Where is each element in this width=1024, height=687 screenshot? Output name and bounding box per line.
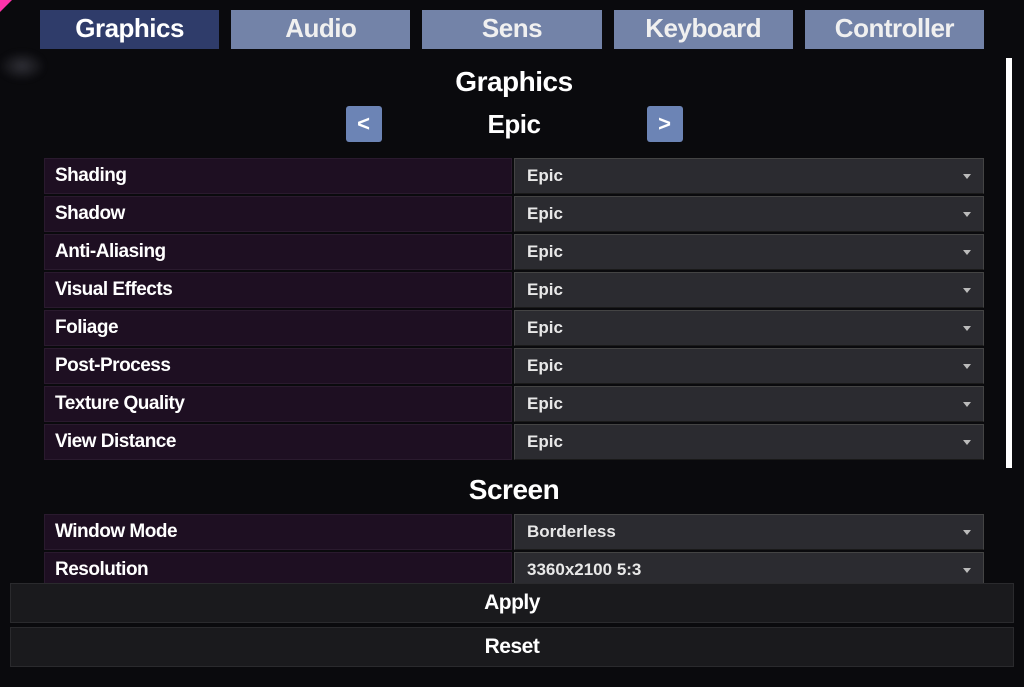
chevron-down-icon: [963, 250, 971, 255]
tab-sens[interactable]: Sens: [422, 10, 601, 49]
dropdown-value: Epic: [527, 432, 563, 452]
chevron-down-icon: [963, 440, 971, 445]
setting-label: Shadow: [44, 196, 512, 232]
setting-dropdown-texture-quality[interactable]: Epic: [514, 386, 984, 422]
setting-label: Texture Quality: [44, 386, 512, 422]
chevron-down-icon: [963, 364, 971, 369]
setting-dropdown-post-process[interactable]: Epic: [514, 348, 984, 384]
setting-label: Post-Process: [44, 348, 512, 384]
preset-selector: < Epic >: [40, 106, 988, 142]
setting-label: Foliage: [44, 310, 512, 346]
dropdown-value: Epic: [527, 394, 563, 414]
preset-prev-button[interactable]: <: [346, 106, 382, 142]
setting-label: Anti-Aliasing: [44, 234, 512, 270]
setting-row-shadow: Shadow Epic: [44, 196, 984, 232]
setting-row-foliage: Foliage Epic: [44, 310, 984, 346]
setting-row-window-mode: Window Mode Borderless: [44, 514, 984, 550]
dropdown-value: Borderless: [527, 522, 616, 542]
scrollbar-track[interactable]: [1006, 58, 1012, 588]
setting-row-anti-aliasing: Anti-Aliasing Epic: [44, 234, 984, 270]
setting-label: Window Mode: [44, 514, 512, 550]
graphics-settings-list: Shading Epic Shadow Epic Anti-Aliasing E…: [40, 158, 988, 460]
dropdown-value: Epic: [527, 318, 563, 338]
scrollbar-thumb[interactable]: [1006, 58, 1012, 468]
dropdown-value: Epic: [527, 204, 563, 224]
chevron-down-icon: [963, 288, 971, 293]
setting-dropdown-shading[interactable]: Epic: [514, 158, 984, 194]
dropdown-value: Epic: [527, 356, 563, 376]
setting-row-resolution: Resolution 3360x2100 5:3: [44, 552, 984, 585]
dropdown-value: 3360x2100 5:3: [527, 560, 641, 580]
dropdown-value: Epic: [527, 166, 563, 186]
tab-controller[interactable]: Controller: [805, 10, 984, 49]
cursor-indicator: [0, 0, 12, 12]
setting-row-shading: Shading Epic: [44, 158, 984, 194]
setting-row-view-distance: View Distance Epic: [44, 424, 984, 460]
apply-button[interactable]: Apply: [10, 583, 1014, 623]
chevron-down-icon: [963, 568, 971, 573]
setting-dropdown-resolution[interactable]: 3360x2100 5:3: [514, 552, 984, 585]
setting-dropdown-visual-effects[interactable]: Epic: [514, 272, 984, 308]
setting-dropdown-shadow[interactable]: Epic: [514, 196, 984, 232]
chevron-down-icon: [963, 402, 971, 407]
bottom-button-bar: Apply Reset: [10, 583, 1014, 671]
settings-scroll-area: Graphics < Epic > Shading Epic Shadow Ep…: [40, 52, 988, 585]
setting-row-post-process: Post-Process Epic: [44, 348, 984, 384]
chevron-down-icon: [963, 326, 971, 331]
tab-keyboard[interactable]: Keyboard: [614, 10, 793, 49]
setting-dropdown-anti-aliasing[interactable]: Epic: [514, 234, 984, 270]
chevron-down-icon: [963, 212, 971, 217]
setting-label: View Distance: [44, 424, 512, 460]
setting-label: Shading: [44, 158, 512, 194]
dropdown-value: Epic: [527, 280, 563, 300]
setting-dropdown-view-distance[interactable]: Epic: [514, 424, 984, 460]
dropdown-value: Epic: [527, 242, 563, 262]
setting-dropdown-window-mode[interactable]: Borderless: [514, 514, 984, 550]
setting-row-visual-effects: Visual Effects Epic: [44, 272, 984, 308]
chevron-down-icon: [963, 530, 971, 535]
setting-label: Visual Effects: [44, 272, 512, 308]
preset-next-button[interactable]: >: [647, 106, 683, 142]
setting-label: Resolution: [44, 552, 512, 585]
screen-settings-list: Window Mode Borderless Resolution 3360x2…: [40, 514, 988, 585]
chevron-down-icon: [963, 174, 971, 179]
section-title-screen: Screen: [40, 474, 988, 506]
setting-dropdown-foliage[interactable]: Epic: [514, 310, 984, 346]
decorative-blur: [0, 52, 44, 80]
tab-bar: Graphics Audio Sens Keyboard Controller: [0, 0, 1024, 49]
preset-value: Epic: [382, 107, 647, 142]
section-title-graphics: Graphics: [40, 66, 988, 98]
tab-audio[interactable]: Audio: [231, 10, 410, 49]
reset-button[interactable]: Reset: [10, 627, 1014, 667]
tab-graphics[interactable]: Graphics: [40, 10, 219, 49]
setting-row-texture-quality: Texture Quality Epic: [44, 386, 984, 422]
